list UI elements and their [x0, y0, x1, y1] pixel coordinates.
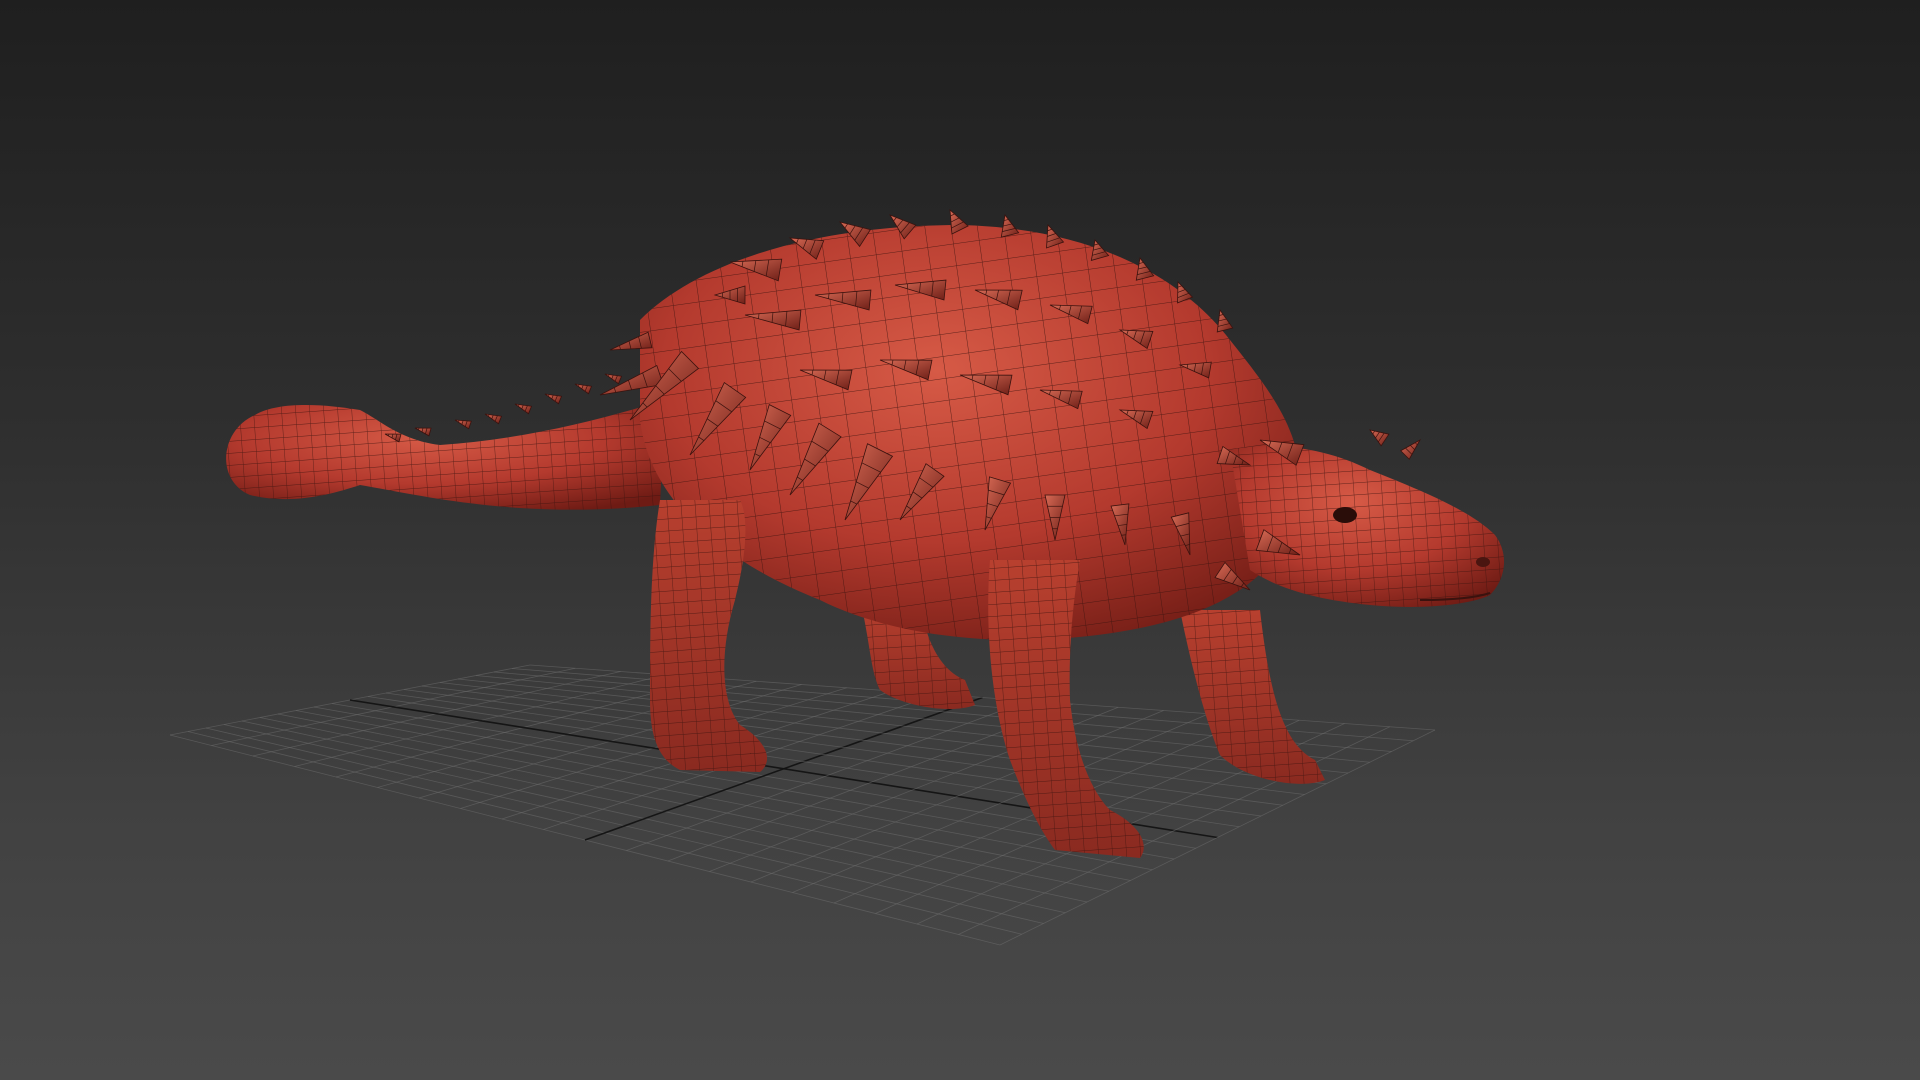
- spike-edge-loop: [388, 433, 390, 437]
- head[interactable]: [1230, 446, 1505, 607]
- ankylosaurus-model[interactable]: [226, 209, 1505, 858]
- armor-spike: [1400, 438, 1422, 460]
- 3d-viewport[interactable]: [0, 0, 1920, 1080]
- eye: [1333, 507, 1357, 523]
- tail[interactable]: [226, 400, 665, 510]
- spike-edge-loop: [418, 427, 420, 431]
- armor-spike: [609, 331, 653, 351]
- viewport-scene[interactable]: [0, 0, 1920, 1080]
- nostril: [1476, 557, 1490, 567]
